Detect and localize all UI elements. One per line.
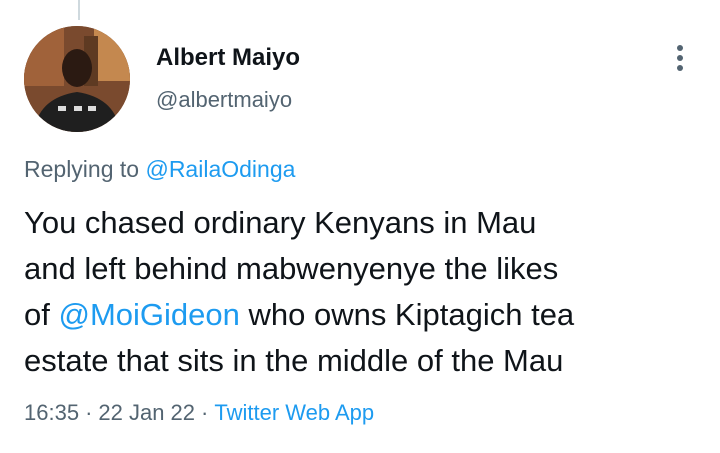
more-options-button[interactable]: [668, 42, 692, 74]
tweet-text-fragment: who owns Kiptagich tea: [239, 297, 575, 332]
more-vertical-icon: [677, 45, 683, 71]
tweet-text-line: of @MoiGideon who owns Kiptagich tea: [24, 292, 704, 338]
tweet-time[interactable]: 16:35: [24, 400, 79, 425]
tweet-source-link[interactable]: Twitter Web App: [214, 400, 374, 425]
avatar[interactable]: [24, 26, 130, 132]
author-name[interactable]: Albert Maiyo: [156, 44, 300, 72]
replying-to: Replying to @RailaOdinga: [24, 156, 295, 183]
tweet-text-fragment: of: [24, 297, 59, 332]
author-handle[interactable]: @albertmaiyo: [156, 87, 292, 113]
thread-connector-line: [78, 0, 80, 20]
tweet-text-line: estate that sits in the middle of the Ma…: [24, 343, 564, 378]
separator-dot: ·: [85, 400, 93, 425]
avatar-photo: [24, 26, 130, 132]
separator-dot: ·: [201, 400, 209, 425]
tweet-date[interactable]: 22 Jan 22: [98, 400, 195, 425]
reply-to-mention-link[interactable]: @RailaOdinga: [145, 156, 295, 182]
tweet-text-line: and left behind mabwenyenye the likes: [24, 251, 559, 286]
replying-to-label: Replying to: [24, 156, 146, 182]
mention-link[interactable]: @MoiGideon: [58, 297, 239, 332]
tweet-metadata: 16:35 · 22 Jan 22 · Twitter Web App: [24, 400, 374, 426]
tweet-text-line: You chased ordinary Kenyans in Mau: [24, 205, 537, 240]
tweet-text: You chased ordinary Kenyans in Mau and l…: [24, 200, 704, 384]
